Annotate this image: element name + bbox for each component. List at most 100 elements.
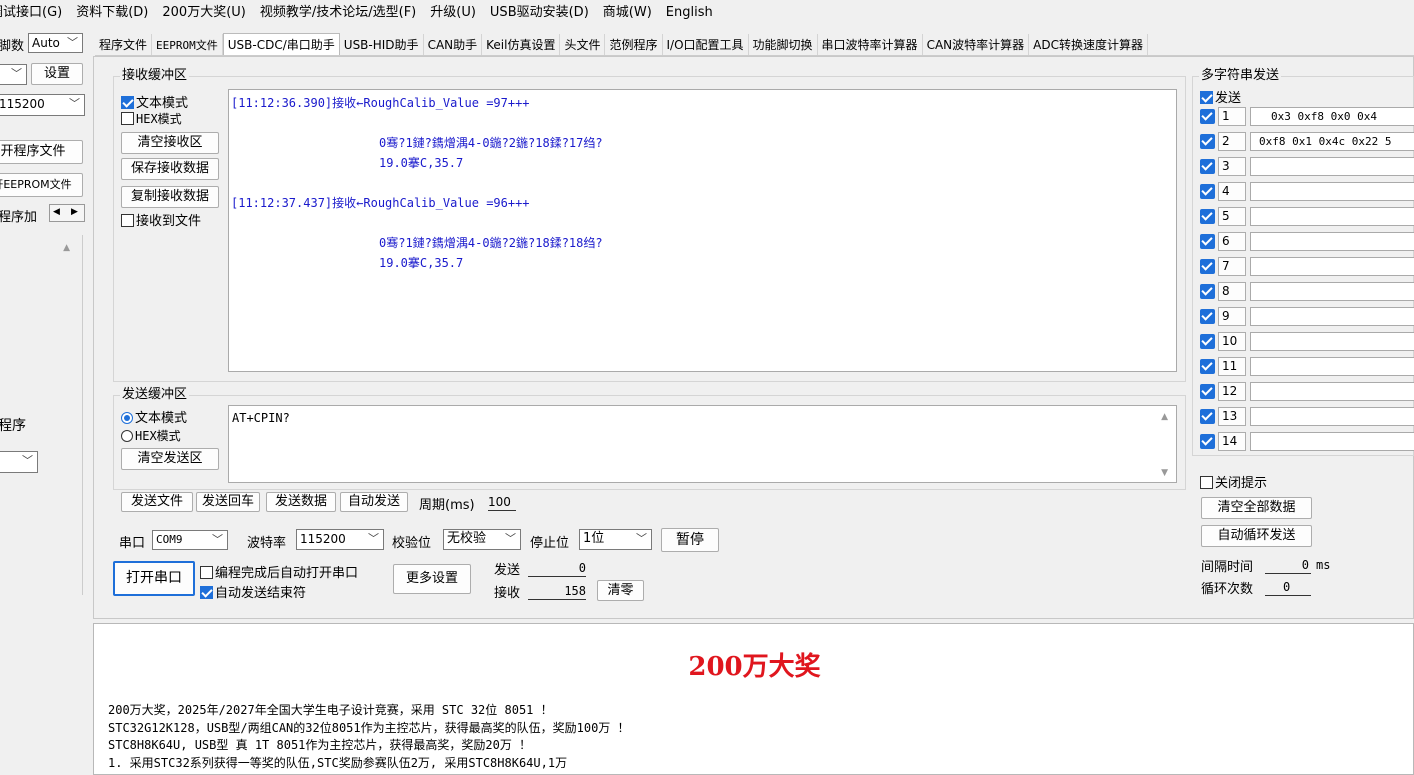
- port-select[interactable]: ﹀: [0, 64, 27, 85]
- tab-eeprom-file[interactable]: EEPROM文件: [152, 34, 223, 55]
- menu-item-english[interactable]: English: [659, 4, 720, 20]
- copy-receive-button[interactable]: 复制接收数据: [121, 186, 219, 208]
- arrow-right-icon[interactable]: ▶: [71, 207, 78, 217]
- row-data-input[interactable]: [1250, 382, 1414, 401]
- send-data-button[interactable]: 发送数据: [266, 492, 336, 512]
- send-textarea[interactable]: AT+CPIN? ▲ ▼: [228, 405, 1177, 483]
- row-data-input[interactable]: [1250, 157, 1414, 176]
- checkbox-icon[interactable]: [121, 214, 134, 227]
- menu-item-prize[interactable]: 200万大奖(U): [155, 0, 252, 20]
- checkbox-checked-icon[interactable]: [1200, 434, 1215, 449]
- scroll-up-icon[interactable]: ▲: [63, 243, 70, 253]
- menu-item-downloads[interactable]: 资料下载(D): [69, 0, 155, 20]
- open-program-file-button[interactable]: 打开程序文件: [0, 140, 83, 164]
- auto-open-option[interactable]: 编程完成后自动打开串口: [200, 562, 358, 581]
- checkbox-checked-icon[interactable]: [1200, 234, 1215, 249]
- tab-can-baud-calc[interactable]: CAN波特率计算器: [923, 34, 1030, 55]
- loop-count-input[interactable]: 0: [1265, 579, 1311, 596]
- row-data-input[interactable]: [1250, 332, 1414, 351]
- row-send-button[interactable]: 8: [1218, 282, 1246, 301]
- tab-usb-hid[interactable]: USB-HID助手: [340, 34, 424, 55]
- pause-button[interactable]: 暂停: [661, 528, 719, 552]
- menu-item-shop[interactable]: 商城(W): [596, 0, 659, 20]
- radio-icon[interactable]: [121, 430, 133, 442]
- row-send-button[interactable]: 9: [1218, 307, 1246, 326]
- row-send-button[interactable]: 13: [1218, 407, 1246, 426]
- tab-uart-baud-calc[interactable]: 串口波特率计算器: [818, 34, 923, 55]
- serial-port-select[interactable]: COM9 ﹀: [152, 530, 228, 550]
- checkbox-checked-icon[interactable]: [1200, 384, 1215, 399]
- row-send-button[interactable]: 5: [1218, 207, 1246, 226]
- menu-item-debug-interface[interactable]: 调试接口(G): [0, 0, 69, 20]
- row-data-input[interactable]: [1250, 307, 1414, 326]
- tab-io-config[interactable]: I/O口配置工具: [663, 34, 749, 55]
- checkbox-checked-icon[interactable]: [1200, 134, 1215, 149]
- row-send-button[interactable]: 10: [1218, 332, 1246, 351]
- tab-adc-speed-calc[interactable]: ADC转换速度计算器: [1029, 34, 1148, 55]
- clear-receive-button[interactable]: 清空接收区: [121, 132, 219, 154]
- row-data-input[interactable]: [1250, 432, 1414, 451]
- checkbox-checked-icon[interactable]: [1200, 334, 1215, 349]
- interval-input[interactable]: 0: [1265, 557, 1311, 574]
- row-send-button[interactable]: 2: [1218, 132, 1246, 151]
- checkbox-checked-icon[interactable]: [1200, 184, 1215, 199]
- open-eeprom-file-button[interactable]: 打开EEPROM文件: [0, 173, 83, 197]
- checkbox-checked-icon[interactable]: [1200, 409, 1215, 424]
- save-receive-button[interactable]: 保存接收数据: [121, 158, 219, 180]
- open-serial-button[interactable]: 打开串口: [113, 561, 195, 596]
- checkbox-checked-icon[interactable]: [1200, 209, 1215, 224]
- auto-send-button[interactable]: 自动发送: [340, 492, 408, 512]
- row-data-input[interactable]: 0x3 0xf8 0x0 0x4: [1250, 107, 1414, 126]
- checkbox-checked-icon[interactable]: [200, 586, 213, 599]
- row-send-button[interactable]: 4: [1218, 182, 1246, 201]
- clear-send-button[interactable]: 清空发送区: [121, 448, 219, 470]
- checkbox-checked-icon[interactable]: [1200, 284, 1215, 299]
- checkbox-checked-icon[interactable]: [1200, 91, 1213, 104]
- row-send-button[interactable]: 1: [1218, 107, 1246, 126]
- parity-select[interactable]: 无校验 ﹀: [443, 529, 521, 550]
- close-tip-option[interactable]: 关闭提示: [1200, 472, 1267, 491]
- send-text-mode-option[interactable]: 文本模式: [121, 407, 187, 426]
- recv-to-file-option[interactable]: 接收到文件: [121, 210, 201, 229]
- row-send-button[interactable]: 6: [1218, 232, 1246, 251]
- row-data-input[interactable]: [1250, 357, 1414, 376]
- tab-examples[interactable]: 范例程序: [605, 34, 663, 55]
- row-data-input[interactable]: [1250, 407, 1414, 426]
- recv-text-mode-option[interactable]: 文本模式: [121, 92, 188, 111]
- period-input[interactable]: 100: [488, 494, 516, 511]
- radio-selected-icon[interactable]: [121, 412, 133, 424]
- bottom-select[interactable]: ﹀: [0, 451, 38, 473]
- checkbox-checked-icon[interactable]: [1200, 109, 1215, 124]
- menu-item-video-forum[interactable]: 视频教学/技术论坛/选型(F): [253, 0, 423, 20]
- row-send-button[interactable]: 3: [1218, 157, 1246, 176]
- send-enter-button[interactable]: 发送回车: [196, 492, 260, 512]
- row-send-button[interactable]: 12: [1218, 382, 1246, 401]
- row-data-input[interactable]: [1250, 232, 1414, 251]
- baud-rate-select[interactable]: 115200 ﹀: [296, 529, 384, 550]
- checkbox-icon[interactable]: [121, 112, 134, 125]
- tab-program-file[interactable]: 程序文件: [95, 34, 153, 55]
- menu-item-usb-driver[interactable]: USB驱动安装(D): [483, 0, 596, 20]
- send-hex-mode-option[interactable]: HEX模式: [121, 427, 181, 444]
- checkbox-checked-icon[interactable]: [1200, 159, 1215, 174]
- auto-end-option[interactable]: 自动发送结束符: [200, 582, 306, 601]
- baud-select[interactable]: 115200 ﹀: [0, 94, 85, 116]
- pin-count-select[interactable]: Auto ﹀: [28, 33, 83, 53]
- row-data-input[interactable]: 0xf8 0x1 0x4c 0x22 5: [1250, 132, 1414, 151]
- checkbox-checked-icon[interactable]: [1200, 359, 1215, 374]
- recv-hex-mode-option[interactable]: HEX模式: [121, 110, 182, 127]
- settings-button[interactable]: 设置: [31, 63, 83, 85]
- send-file-button[interactable]: 发送文件: [121, 492, 193, 512]
- checkbox-icon[interactable]: [1200, 476, 1213, 489]
- tab-usb-cdc-serial[interactable]: USB-CDC/串口助手: [222, 33, 340, 55]
- tab-can[interactable]: CAN助手: [424, 34, 483, 55]
- more-settings-button[interactable]: 更多设置: [393, 564, 471, 594]
- receive-textarea[interactable]: [11:12:36.390]接收←RoughCalib_Value =97+++…: [228, 89, 1177, 372]
- tab-pin-switch[interactable]: 功能脚切换: [749, 34, 818, 55]
- scroll-up-icon[interactable]: ▲: [1161, 412, 1168, 422]
- menu-item-upgrade[interactable]: 升级(U): [423, 0, 483, 20]
- clear-counts-button[interactable]: 清零: [597, 580, 644, 601]
- tab-header-file[interactable]: 头文件: [560, 34, 606, 55]
- row-data-input[interactable]: [1250, 207, 1414, 226]
- row-send-button[interactable]: 7: [1218, 257, 1246, 276]
